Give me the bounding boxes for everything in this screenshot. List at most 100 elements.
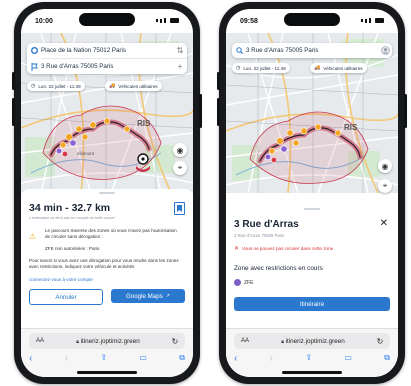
zfe-label: ZFE — [244, 279, 254, 286]
lock-icon: 🔒︎ — [76, 338, 79, 345]
place-title: 3 Rue d'Arras — [234, 219, 299, 230]
url-label: itineriz.joptimiz.green — [285, 337, 345, 345]
left-screen: 10:00 RIS ellamont Place de la Nation 75… — [21, 9, 193, 377]
dynamic-island — [79, 13, 135, 26]
error-x-icon: ✕ — [234, 246, 240, 252]
date-chip-label: Lun. 22 juillet - 11:49 — [243, 65, 286, 71]
forward-icon[interactable]: › — [270, 353, 273, 364]
share-icon[interactable]: ⇪ — [100, 353, 107, 364]
share-icon[interactable]: ⇪ — [305, 353, 312, 364]
error-row: ✕ Vous ne pouvez pas circuler dans cette… — [234, 245, 333, 252]
url-text: 🔒︎ itineriz.joptimiz.green — [51, 338, 165, 345]
home-indicator — [77, 371, 137, 374]
duration-title: 34 min - 32.7 km — [29, 202, 111, 214]
tabs-icon[interactable]: ⧉ — [384, 353, 390, 364]
zone-heading: Zone avec restrictions en cours — [234, 265, 323, 272]
sheet-handle[interactable] — [304, 208, 320, 210]
date-chip[interactable]: ◷ Lun. 22 juillet - 11:49 — [27, 81, 85, 91]
browser-nav: ‹ › ⇪ ▭ ⧉ — [29, 353, 185, 364]
info-text: Pour savoir si vous avez une dérogation … — [29, 258, 179, 269]
back-icon[interactable]: ‹ — [234, 353, 237, 364]
reload-icon[interactable]: ↻ — [370, 337, 390, 346]
eye-icon[interactable]: ◉ — [173, 143, 187, 157]
zfe-icon — [234, 279, 241, 286]
search-text: 3 Rue d'Arras 75005 Paris — [246, 47, 319, 54]
route-sheet: 34 min - 32.7 km L'estimation ne tient p… — [21, 189, 193, 329]
origin-row[interactable]: Place de la Nation 75012 Paris ⇅ — [27, 43, 187, 58]
locate-icon[interactable]: ⌖ — [173, 161, 187, 175]
bookmark-icon[interactable] — [174, 202, 185, 215]
external-link-icon: ↗ — [165, 293, 170, 299]
truck-icon: 🚚 — [314, 65, 321, 71]
place-subtitle: 3 Rue d'Arras 75005 Paris — [234, 233, 285, 238]
address-bar[interactable]: AA 🔒︎ itineriz.joptimiz.green ↻ — [234, 333, 390, 349]
eye-icon[interactable]: ◉ — [378, 159, 392, 173]
flag-icon — [27, 62, 41, 71]
bookmarks-icon[interactable]: ▭ — [344, 353, 352, 364]
vehicle-chip[interactable]: 🚚 Véhicules utilitaires — [105, 81, 162, 91]
search-row[interactable]: 3 Rue d'Arras 75005 Paris — [232, 43, 392, 58]
url-text: 🔒︎ itineriz.joptimiz.green — [256, 338, 370, 345]
cancel-button[interactable]: Annuler — [29, 289, 103, 305]
lock-icon: 🔒︎ — [281, 338, 284, 345]
map-label-paris: RIS — [137, 119, 151, 128]
address-bar[interactable]: AA 🔒︎ itineriz.joptimiz.green ↻ — [29, 333, 185, 349]
estimate-note: L'estimation ne tient pas en compte du t… — [29, 216, 115, 220]
reload-icon[interactable]: ↻ — [165, 337, 185, 346]
swap-icon[interactable]: ⇅ — [173, 46, 187, 55]
destination-row[interactable]: 3 Rue d'Arras 75005 Paris + — [27, 59, 187, 74]
safari-toolbar: AA 🔒︎ itineriz.joptimiz.green ↻ ‹ › ⇪ ▭ … — [226, 328, 398, 377]
dynamic-island — [284, 13, 340, 26]
tabs-icon[interactable]: ⧉ — [179, 353, 185, 364]
forward-icon[interactable]: › — [65, 353, 68, 364]
status-time: 09:58 — [240, 18, 258, 25]
origin-text: Place de la Nation 75012 Paris — [41, 47, 126, 54]
date-chip-label: Lun. 22 juillet - 11:49 — [38, 83, 81, 89]
origin-dot-icon — [27, 47, 41, 54]
map-label-ellamont: ellamont — [77, 151, 95, 156]
close-icon[interactable]: ✕ — [380, 218, 388, 229]
left-phone: 10:00 RIS ellamont Place de la Nation 75… — [12, 2, 202, 384]
url-label: itineriz.joptimiz.green — [80, 337, 140, 345]
home-indicator — [282, 371, 342, 374]
locate-icon[interactable]: ⌖ — [378, 179, 392, 193]
itinerary-button[interactable]: Itinéraire — [234, 297, 390, 311]
zfe-line: ZFE non autorisées : Paris — [45, 246, 100, 251]
reader-button[interactable]: AA — [29, 338, 51, 344]
bookmarks-icon[interactable]: ▭ — [139, 353, 147, 364]
search-card: 3 Rue d'Arras 75005 Paris — [232, 43, 392, 58]
avatar-icon[interactable] — [378, 46, 392, 55]
zfe-badge: ZFE — [234, 279, 253, 286]
signal-icons — [156, 18, 179, 23]
status-time: 10:00 — [35, 18, 53, 25]
warning-text: Le parcours traverse des zones où vous n… — [45, 228, 177, 239]
safari-toolbar: AA 🔒︎ itineriz.joptimiz.green ↻ ‹ › ⇪ ▭ … — [21, 328, 193, 377]
route-search-card: Place de la Nation 75012 Paris ⇅ 3 Rue d… — [27, 43, 187, 74]
warning-icon: ⚠ — [29, 232, 37, 241]
date-chip[interactable]: ◷ Lun. 22 juillet - 11:49 — [232, 63, 290, 73]
search-icon — [232, 47, 246, 54]
truck-icon: 🚚 — [109, 83, 116, 89]
vehicle-chip-label: Véhicules utilitaires — [118, 83, 158, 89]
sheet-handle[interactable] — [99, 192, 115, 194]
vehicle-chip-label: Véhicules utilitaires — [323, 65, 363, 71]
signal-icons — [361, 18, 384, 23]
browser-nav: ‹ › ⇪ ▭ ⧉ — [234, 353, 390, 364]
clock-icon: ◷ — [236, 65, 241, 71]
back-icon[interactable]: ‹ — [29, 353, 32, 364]
destination-text: 3 Rue d'Arras 75005 Paris — [41, 63, 114, 70]
google-maps-label: Google Maps — [125, 292, 163, 300]
error-text: Vous ne pouvez pas circuler dans cette z… — [242, 246, 334, 251]
reader-button[interactable]: AA — [234, 338, 256, 344]
google-maps-button[interactable]: Google Maps ↗ — [111, 289, 185, 303]
right-screen: 09:58 RIS 3 Rue d'Arras 75005 Paris ◷ Lu… — [226, 9, 398, 377]
status-bar: 09:58 — [226, 9, 398, 33]
place-sheet: 3 Rue d'Arras ✕ 3 Rue d'Arras 75005 Pari… — [226, 205, 398, 329]
login-link[interactable]: connectez-vous à votre compte — [29, 277, 93, 282]
clock-icon: ◷ — [31, 83, 36, 89]
add-stop-icon[interactable]: + — [173, 62, 187, 71]
status-bar: 10:00 — [21, 9, 193, 33]
map-label-paris: RIS — [344, 123, 358, 132]
vehicle-chip[interactable]: 🚚 Véhicules utilitaires — [310, 63, 367, 73]
right-phone: 09:58 RIS 3 Rue d'Arras 75005 Paris ◷ Lu… — [217, 2, 407, 384]
